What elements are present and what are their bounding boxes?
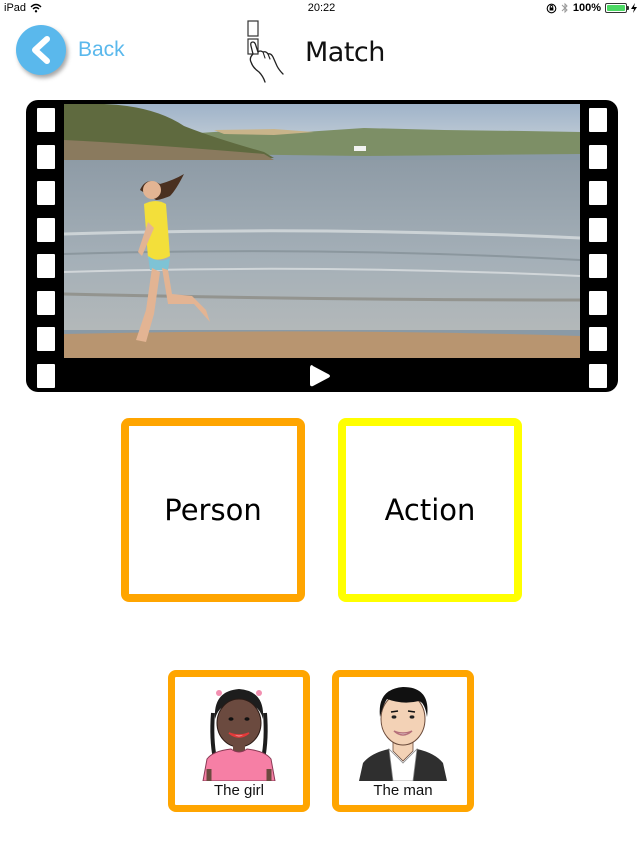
category-box-action[interactable]: Action	[338, 418, 522, 602]
chevron-left-icon	[32, 36, 50, 64]
sprocket	[589, 108, 607, 132]
category-box-person[interactable]: Person	[121, 418, 305, 602]
charging-icon	[631, 3, 637, 13]
play-icon[interactable]	[308, 363, 332, 389]
video-frame[interactable]	[64, 104, 580, 358]
answer-label-girl: The girl	[213, 782, 265, 799]
battery-icon	[605, 3, 629, 13]
answer-card-man[interactable]: The man	[332, 670, 474, 812]
category-label-person: Person	[164, 493, 262, 527]
sprocket	[37, 254, 55, 279]
sprocket	[37, 363, 55, 388]
answer-card-girl[interactable]: The girl	[168, 670, 310, 812]
back-button[interactable]: Back	[16, 25, 125, 75]
sprocket	[589, 181, 607, 206]
answer-label-man: The man	[373, 782, 433, 799]
film-sprockets-left	[37, 108, 55, 388]
category-label-action: Action	[384, 493, 476, 527]
sprocket	[589, 144, 607, 169]
man-picture-icon	[359, 687, 447, 781]
girl-picture-icon	[202, 689, 276, 781]
sprocket	[37, 290, 55, 315]
video-player[interactable]	[26, 100, 618, 392]
back-label[interactable]: Back	[78, 38, 125, 62]
sprocket	[37, 108, 55, 132]
film-sprockets-right	[589, 108, 607, 388]
beach-scene-image	[64, 104, 580, 358]
sprocket	[589, 363, 607, 388]
bluetooth-icon	[561, 2, 568, 14]
header-title: Match	[245, 20, 385, 84]
sprocket	[589, 254, 607, 279]
sprocket	[37, 144, 55, 169]
hand-tap-match-icon	[247, 20, 284, 83]
sprocket	[589, 290, 607, 315]
sprocket	[37, 327, 55, 352]
battery-percent: 100%	[572, 2, 601, 14]
back-circle[interactable]	[16, 25, 66, 75]
sprocket	[37, 181, 55, 206]
status-right: 100%	[546, 2, 637, 14]
status-bar: iPad 20:22 100%	[0, 0, 643, 18]
sprocket	[589, 327, 607, 352]
sprocket	[37, 217, 55, 242]
rotation-lock-icon	[546, 3, 557, 13]
sprocket	[589, 217, 607, 242]
page-title: Match	[305, 36, 385, 68]
